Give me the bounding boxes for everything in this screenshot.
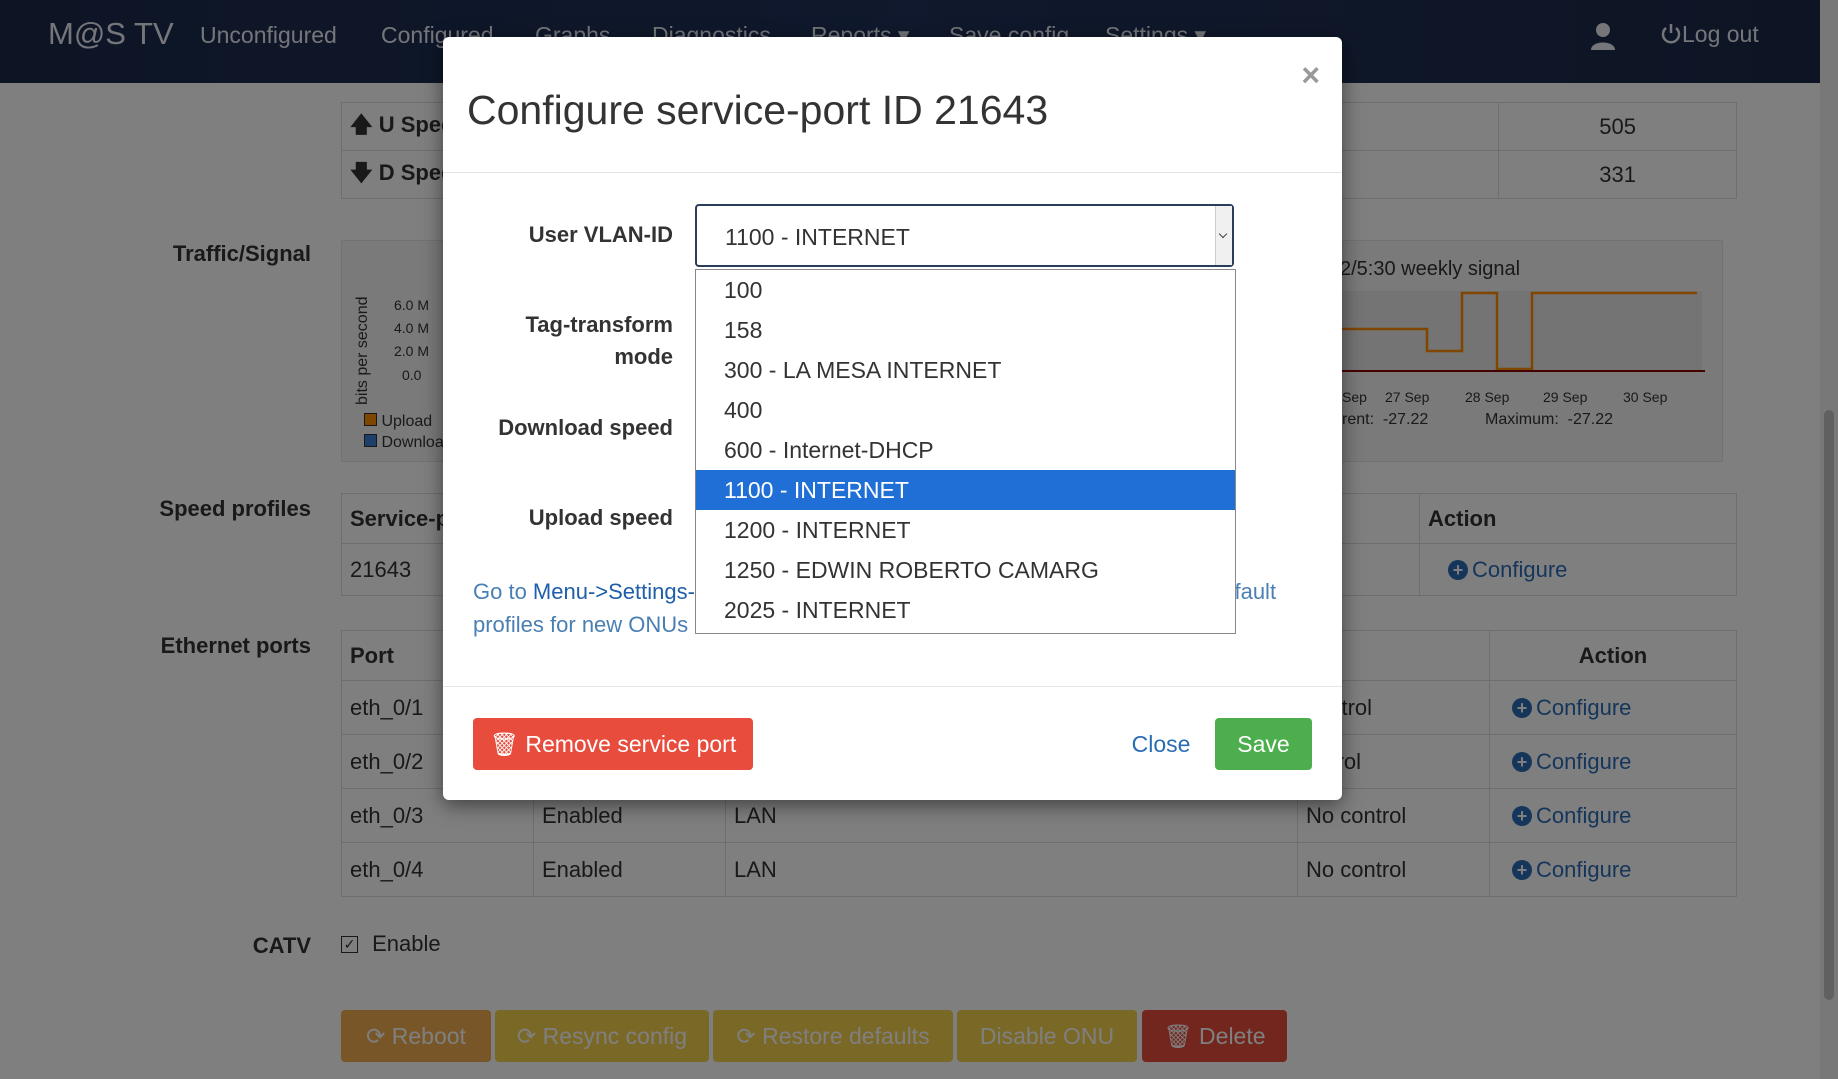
dropdown-option[interactable]: 1200 - INTERNET bbox=[696, 510, 1235, 550]
configure-service-port-modal: Configure service-port ID 21643 × User V… bbox=[443, 37, 1342, 800]
page: M@S TV Unconfigured Configured Graphs Di… bbox=[0, 0, 1838, 1079]
close-icon[interactable]: × bbox=[1301, 57, 1320, 94]
trash-icon: 🗑 bbox=[489, 731, 519, 757]
tag-transform-label-line1: Tag-transform bbox=[525, 312, 674, 337]
menu-settings-link[interactable]: Menu->Settings- bbox=[533, 579, 695, 604]
dropdown-option[interactable]: 2025 - INTERNET bbox=[696, 590, 1235, 630]
user-vlan-id-select[interactable]: 1100 - INTERNET bbox=[695, 204, 1234, 267]
dropdown-option[interactable]: 600 - Internet-DHCP bbox=[696, 430, 1235, 470]
dropdown-option[interactable]: 1250 - EDWIN ROBERTO CAMARG bbox=[696, 550, 1235, 590]
modal-title: Configure service-port ID 21643 bbox=[467, 87, 1049, 133]
modal-header-divider bbox=[443, 172, 1342, 173]
dropdown-option[interactable]: 158 bbox=[696, 310, 1235, 350]
close-button[interactable]: Close bbox=[1121, 718, 1201, 770]
select-value: 1100 - INTERNET bbox=[725, 224, 910, 250]
vlan-dropdown-list[interactable]: 100 158 300 - LA MESA INTERNET 400 600 -… bbox=[695, 269, 1236, 634]
chevron-down-icon[interactable] bbox=[1215, 206, 1232, 265]
tag-transform-label-line2: mode bbox=[614, 344, 673, 369]
save-button[interactable]: Save bbox=[1215, 718, 1312, 770]
download-speed-label: Download speed bbox=[498, 415, 673, 440]
remove-service-port-button[interactable]: 🗑 Remove service port bbox=[473, 718, 753, 770]
help-text-line2: profiles for new ONUs bbox=[473, 612, 689, 637]
modal-footer-divider bbox=[443, 686, 1342, 687]
dropdown-option[interactable]: 100 bbox=[696, 270, 1235, 310]
dropdown-option[interactable]: 300 - LA MESA INTERNET bbox=[696, 350, 1235, 390]
upload-speed-label: Upload speed bbox=[528, 505, 673, 530]
user-vlan-id-label: User VLAN-ID bbox=[528, 222, 673, 247]
dropdown-option-selected[interactable]: 1100 - INTERNET bbox=[696, 470, 1235, 510]
dropdown-option[interactable]: 400 bbox=[696, 390, 1235, 430]
